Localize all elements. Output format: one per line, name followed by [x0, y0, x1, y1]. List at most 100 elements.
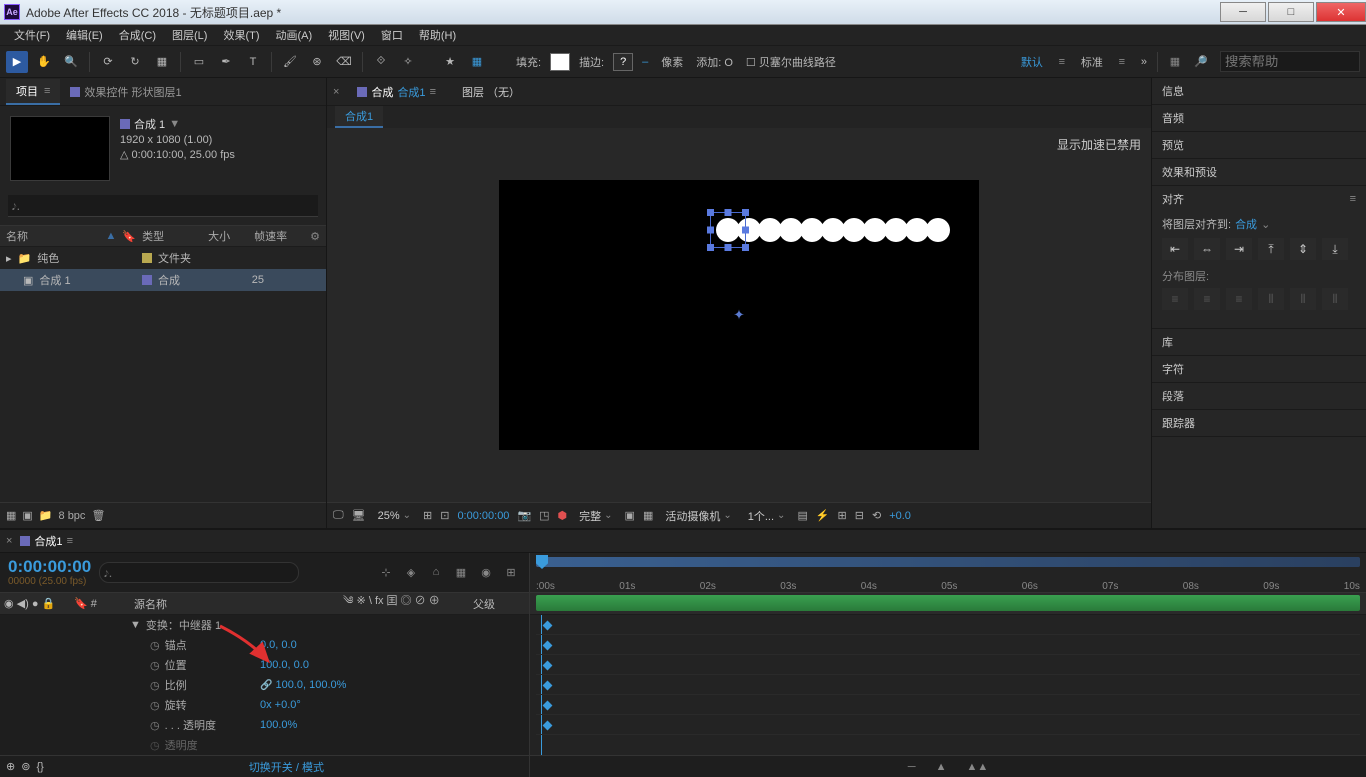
brace-icon[interactable]: {} [36, 761, 43, 773]
tab-menu-icon[interactable]: ≡ [44, 85, 50, 97]
add-label[interactable]: 添加: O [696, 54, 733, 70]
composition-canvas[interactable]: ✦ [499, 180, 979, 450]
shy-icon[interactable]: ⌂ [426, 566, 446, 579]
comp-mini-flowchart-icon[interactable]: ⊹ [376, 566, 396, 579]
rotate-tool-icon[interactable]: ↻ [124, 51, 146, 73]
keyframe-marker[interactable] [543, 681, 553, 691]
exposure-value[interactable]: +0.0 [889, 510, 911, 522]
composition-tab[interactable]: 合成 合成1 ≡ [349, 80, 444, 104]
maximize-button[interactable]: □ [1268, 2, 1314, 22]
menu-animation[interactable]: 动画(A) [268, 25, 321, 45]
puppet-tool-icon[interactable]: ✧ [397, 51, 419, 73]
keyframe-marker[interactable] [543, 621, 553, 631]
label-header-icon[interactable]: 🔖 [122, 230, 136, 243]
workspace-standard[interactable]: 标准 [1081, 54, 1103, 70]
align-left-icon[interactable]: ⇤ [1162, 238, 1188, 260]
transform-group-row[interactable]: ▼变换：中继器 1 [0, 615, 529, 635]
keyframe-marker[interactable] [543, 641, 553, 651]
menu-view[interactable]: 视图(V) [320, 25, 373, 45]
item-label-swatch[interactable] [142, 253, 152, 263]
stroke-width[interactable]: – [642, 56, 648, 68]
property-row-rotation[interactable]: ◷旋转 0x +0.0° [0, 695, 529, 715]
menu-effect[interactable]: 效果(T) [215, 25, 267, 45]
property-value[interactable]: 100.0, 0.0 [260, 659, 309, 671]
timeline-tracks[interactable] [530, 615, 1366, 755]
close-button[interactable]: ✕ [1316, 2, 1366, 22]
fill-swatch[interactable] [550, 53, 570, 71]
property-value[interactable]: 0.0, 0.0 [260, 639, 297, 651]
layer-duration-bar[interactable] [536, 595, 1360, 611]
motion-blur-icon[interactable]: ◉ [476, 566, 496, 579]
align-panel-header[interactable]: 对齐≡ [1152, 186, 1366, 212]
timeline-tab[interactable]: 合成1 ≡ [12, 530, 81, 552]
col-name[interactable]: 名称 [6, 228, 100, 244]
frame-blend-icon[interactable]: ▦ [451, 566, 471, 579]
property-row-scale[interactable]: ◷比例 🔗100.0, 100.0% [0, 675, 529, 695]
align-vcenter-icon[interactable]: ⇕ [1290, 238, 1316, 260]
safe-zone-icon[interactable]: ⊡ [440, 509, 449, 522]
timeline-icon[interactable]: ⊞ [838, 509, 847, 522]
expand-button[interactable]: » [1141, 56, 1147, 68]
comp-breadcrumb[interactable]: 合成1 [335, 106, 383, 128]
stopwatch-icon[interactable]: ◷ [150, 719, 160, 732]
reset-exposure-icon[interactable]: ⟲ [872, 509, 881, 522]
camera-dropdown[interactable]: 活动摄像机 [661, 507, 735, 525]
snapshot-icon[interactable]: 📷 [517, 509, 531, 522]
keyframe-marker[interactable] [543, 701, 553, 711]
menu-help[interactable]: 帮助(H) [411, 25, 464, 45]
grid-icon[interactable]: ▦ [1164, 51, 1186, 73]
stopwatch-icon[interactable]: ◷ [150, 679, 160, 692]
stamp-tool-icon[interactable]: ⊛ [306, 51, 328, 73]
effects-panel-header[interactable]: 效果和预设 [1152, 159, 1366, 185]
views-dropdown[interactable]: 1个... [744, 507, 790, 525]
col-size[interactable]: 大小 [208, 228, 248, 244]
pixel-aspect-icon[interactable]: ▤ [797, 509, 807, 522]
transparency-icon[interactable]: ▦ [643, 509, 653, 522]
stopwatch-icon[interactable]: ◷ [150, 739, 160, 752]
property-row-end-opacity[interactable]: ◷透明度 [0, 735, 529, 755]
trash-icon[interactable]: 🗑 [91, 509, 105, 522]
effect-controls-tab[interactable]: 效果控件 形状图层1 [60, 80, 191, 104]
new-folder-icon[interactable]: 📁 [39, 509, 53, 522]
menu-layer[interactable]: 图层(L) [164, 25, 215, 45]
zoom-tool-icon[interactable]: 🔍 [60, 51, 82, 73]
property-value[interactable]: 100.0% [260, 719, 297, 731]
interpret-icon[interactable]: ▦ [6, 509, 16, 522]
source-name-header[interactable]: 源名称 [130, 596, 339, 612]
workspace-default[interactable]: 默认 [1021, 54, 1043, 70]
col-type[interactable]: 类型 [142, 228, 202, 244]
col-settings-icon[interactable]: ⚙ [310, 230, 320, 243]
composition-viewer[interactable]: 显示加速已禁用 ✦ [327, 128, 1151, 502]
hand-tool-icon[interactable]: ✋ [33, 51, 55, 73]
stopwatch-icon[interactable]: ◷ [150, 699, 160, 712]
flowchart-icon[interactable]: ⊟ [855, 509, 864, 522]
composition-thumbnail[interactable] [10, 116, 110, 181]
shape-tool-icon[interactable]: ▭ [188, 51, 210, 73]
menu-edit[interactable]: 编辑(E) [58, 25, 111, 45]
property-value[interactable]: 0x +0.0° [260, 699, 301, 711]
align-top-icon[interactable]: ⤒ [1258, 238, 1284, 260]
shape-rect-icon[interactable]: ▦ [466, 51, 488, 73]
stroke-swatch[interactable]: ? [613, 53, 633, 71]
menu-window[interactable]: 窗口 [373, 25, 411, 45]
timeline-ruler[interactable]: :00s01s 02s03s 04s05s 06s07s 08s09s 10s [530, 553, 1366, 593]
current-time[interactable]: 0:00:00:00 [457, 510, 509, 522]
brush-tool-icon[interactable]: 🖌 [279, 51, 301, 73]
audio-panel-header[interactable]: 音频 [1152, 105, 1366, 131]
help-search-input[interactable] [1220, 51, 1360, 72]
channel-icon[interactable]: ⬢ [558, 509, 568, 522]
menu-file[interactable]: 文件(F) [6, 25, 58, 45]
stopwatch-icon[interactable]: ◷ [150, 639, 160, 652]
paragraph-panel-header[interactable]: 段落 [1152, 383, 1366, 409]
new-comp-icon[interactable]: ▣ [22, 509, 32, 522]
property-row-start-opacity[interactable]: ◷. . . 透明度 100.0% [0, 715, 529, 735]
align-bottom-icon[interactable]: ⤓ [1322, 238, 1348, 260]
property-value[interactable]: 100.0, 100.0% [275, 679, 346, 691]
orbit-tool-icon[interactable]: ⟳ [97, 51, 119, 73]
tab-closer-icon[interactable]: × [333, 86, 339, 98]
item-label-swatch[interactable] [142, 275, 152, 285]
workspace-menu-icon[interactable]: ≡ [1111, 51, 1133, 73]
shape-circle-first[interactable] [716, 218, 740, 242]
keyframe-marker[interactable] [543, 661, 553, 671]
fast-preview-icon[interactable]: ⚡ [816, 509, 830, 522]
